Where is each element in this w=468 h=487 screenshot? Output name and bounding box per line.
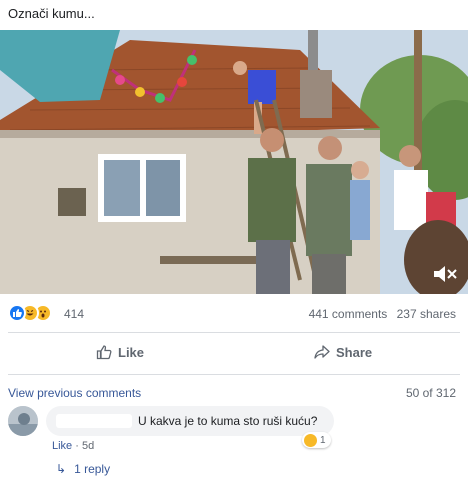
like-button[interactable]: Like (96, 344, 144, 360)
video-frame (0, 30, 468, 294)
post-caption: Označi kumu... (8, 6, 95, 21)
comments-header: View previous comments 50 of 312 (0, 382, 468, 404)
share-label: Share (336, 344, 373, 360)
comment-time[interactable]: 5d (82, 440, 94, 452)
divider (8, 374, 460, 375)
view-previous-comments-link[interactable]: View previous comments (8, 386, 141, 400)
haha-reaction-icon (304, 433, 317, 447)
comment: U kakva je to kuma sto ruši kuću? 1 Like… (8, 406, 460, 456)
speaker-muted-icon[interactable] (432, 264, 458, 284)
share-arrow-icon (314, 345, 330, 359)
comments-count[interactable]: 441 comments (309, 307, 388, 321)
reply-count: 1 reply (74, 462, 111, 476)
reaction-icons[interactable] (8, 304, 52, 322)
comment-like-link[interactable]: Like (52, 440, 72, 452)
divider (8, 332, 460, 333)
post-stats: 414 441 comments 237 shares (0, 300, 468, 328)
post-actions: Like Share (0, 338, 468, 368)
engagement-counts: 441 comments 237 shares (309, 307, 456, 321)
comments-pager: 50 of 312 (405, 386, 456, 400)
comment-reaction-count: 1 (320, 434, 326, 446)
reply-arrow-icon: ↳ (56, 462, 67, 476)
comment-text: U kakva je to kuma sto ruši kuću? (138, 414, 318, 428)
post-video[interactable] (0, 30, 468, 294)
shares-count[interactable]: 237 shares (397, 307, 456, 321)
comment-bubble: U kakva je to kuma sto ruši kuću? (46, 406, 334, 436)
like-reaction-icon (8, 304, 26, 322)
reaction-count[interactable]: 414 (64, 307, 84, 321)
comment-meta: Like · 5d (52, 440, 94, 452)
redacted-author-name (56, 414, 132, 428)
avatar[interactable] (8, 406, 38, 436)
comment-reaction-badge[interactable]: 1 (302, 432, 331, 448)
share-button[interactable]: Share (314, 344, 372, 360)
meta-separator: · (75, 440, 82, 452)
like-label: Like (118, 344, 145, 360)
view-replies-link[interactable]: ↳ 1 reply (56, 462, 110, 476)
thumbs-up-icon (96, 345, 112, 360)
